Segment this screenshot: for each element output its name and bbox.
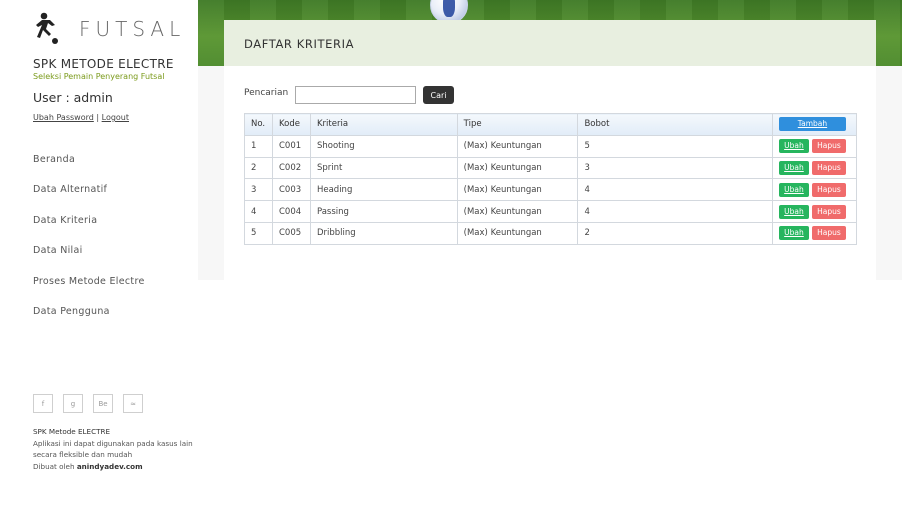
col-header-bobot: Bobot bbox=[577, 113, 773, 136]
edit-button[interactable]: Ubah bbox=[778, 226, 809, 241]
search-input[interactable] bbox=[295, 86, 416, 104]
sidebar-item-proses-electre[interactable]: Proses Metode Electre bbox=[33, 276, 145, 306]
delete-button[interactable]: Hapus bbox=[811, 160, 846, 175]
table-row: 5 C005 Dribbling (Max) Keuntungan 2 Ubah… bbox=[244, 221, 858, 245]
page-title: DAFTAR KRITERIA bbox=[244, 37, 355, 51]
delete-button[interactable]: Hapus bbox=[811, 226, 846, 241]
cell-no: 1 bbox=[244, 134, 273, 158]
delete-button[interactable]: Hapus bbox=[811, 204, 846, 219]
edit-button[interactable]: Ubah bbox=[778, 204, 809, 219]
sidebar-item-data-nilai[interactable]: Data Nilai bbox=[33, 245, 145, 275]
cell-kriteria: Passing bbox=[309, 200, 458, 223]
cell-actions: Ubah Hapus bbox=[771, 200, 858, 223]
footer-credit: Dibuat oleh anindyadev.com bbox=[33, 461, 198, 473]
search-button[interactable]: Cari bbox=[423, 86, 454, 104]
app-subtitle: Seleksi Pemain Penyerang Futsal bbox=[33, 72, 165, 81]
cell-actions: Ubah Hapus bbox=[771, 221, 858, 245]
cell-no: 5 bbox=[244, 221, 273, 245]
cell-kriteria: Dribbling bbox=[309, 221, 458, 245]
sidebar-item-data-pengguna[interactable]: Data Pengguna bbox=[33, 306, 145, 336]
logo: FUTSAL bbox=[33, 12, 185, 46]
cell-tipe: (Max) Keuntungan bbox=[456, 221, 579, 245]
edit-button[interactable]: Ubah bbox=[778, 160, 809, 175]
account-links: Ubah Password | Logout bbox=[33, 113, 129, 122]
table-header-row: No. Kode Kriteria Tipe Bobot Tambah bbox=[244, 113, 858, 136]
cell-no: 2 bbox=[244, 156, 273, 180]
user-label: User : admin bbox=[33, 90, 113, 105]
table-row: 2 C002 Sprint (Max) Keuntungan 3 Ubah Hap… bbox=[244, 156, 858, 180]
cell-kriteria: Sprint bbox=[309, 156, 458, 180]
cell-kode: C002 bbox=[271, 156, 311, 180]
table-row: 3 C003 Heading (Max) Keuntungan 4 Ubah Ha… bbox=[244, 178, 858, 202]
cell-bobot: 4 bbox=[577, 178, 773, 202]
logo-text: FUTSAL bbox=[79, 17, 186, 41]
app-root: FUTSAL SPK METODE ELECTRE Seleksi Pemain… bbox=[0, 0, 902, 507]
delete-button[interactable]: Hapus bbox=[811, 139, 846, 154]
facebook-icon[interactable]: f bbox=[33, 394, 53, 413]
criteria-table: No. Kode Kriteria Tipe Bobot Tambah 1 C0… bbox=[244, 113, 858, 245]
google-plus-icon[interactable]: g bbox=[63, 394, 83, 413]
cell-no: 3 bbox=[244, 178, 273, 202]
cell-no: 4 bbox=[244, 200, 273, 223]
cell-bobot: 4 bbox=[577, 200, 773, 223]
soccer-player-icon bbox=[36, 12, 58, 44]
cell-tipe: (Max) Keuntungan bbox=[456, 178, 579, 202]
col-header-no: No. bbox=[244, 113, 273, 136]
footer-by: Dibuat oleh bbox=[33, 462, 75, 472]
col-header-tipe: Tipe bbox=[456, 113, 579, 136]
cell-tipe: (Max) Keuntungan bbox=[456, 156, 579, 180]
cell-bobot: 3 bbox=[577, 156, 773, 180]
footer-text: Aplikasi ini dapat digunakan pada kasus … bbox=[33, 438, 193, 460]
cell-tipe: (Max) Keuntungan bbox=[456, 200, 579, 223]
cell-kode: C005 bbox=[271, 221, 311, 245]
cell-tipe: (Max) Keuntungan bbox=[456, 134, 579, 158]
table-row: 4 C004 Passing (Max) Keuntungan 4 Ubah Ha… bbox=[244, 200, 858, 223]
sidebar-item-data-alternatif[interactable]: Data Alternatif bbox=[33, 184, 145, 214]
edit-button[interactable]: Ubah bbox=[778, 182, 809, 197]
rss-icon[interactable]: ≈ bbox=[123, 394, 143, 413]
sidebar: FUTSAL SPK METODE ELECTRE Seleksi Pemain… bbox=[0, 0, 198, 507]
cell-kode: C001 bbox=[271, 134, 311, 158]
footer-author: anindyadev.com bbox=[76, 462, 143, 472]
logout-link[interactable]: Logout bbox=[102, 113, 129, 122]
app-title: SPK METODE ELECTRE bbox=[33, 57, 174, 71]
search-label: Pencarian bbox=[244, 88, 289, 98]
sidebar-footer: SPK Metode ELECTRE Aplikasi ini dapat di… bbox=[33, 426, 198, 473]
col-header-actions: Tambah bbox=[771, 113, 858, 136]
content-gutter-right bbox=[876, 66, 902, 280]
social-links: f g Be ≈ bbox=[33, 394, 143, 413]
cell-kriteria: Heading bbox=[309, 178, 458, 202]
panel-header: DAFTAR KRITERIA bbox=[224, 20, 876, 66]
cell-kode: C004 bbox=[271, 200, 311, 223]
footer-title: SPK Metode ELECTRE bbox=[33, 427, 111, 436]
cell-actions: Ubah Hapus bbox=[771, 178, 858, 202]
delete-button[interactable]: Hapus bbox=[811, 182, 846, 197]
col-header-kode: Kode bbox=[271, 113, 311, 136]
cell-actions: Ubah Hapus bbox=[771, 156, 858, 180]
edit-button[interactable]: Ubah bbox=[778, 139, 809, 154]
behance-icon[interactable]: Be bbox=[93, 394, 113, 413]
col-header-kriteria: Kriteria bbox=[309, 113, 458, 136]
content-gutter-left bbox=[198, 66, 224, 280]
add-button[interactable]: Tambah bbox=[778, 117, 846, 132]
cell-actions: Ubah Hapus bbox=[771, 134, 858, 158]
change-password-link[interactable]: Ubah Password bbox=[33, 113, 94, 122]
cell-kriteria: Shooting bbox=[309, 134, 458, 158]
cell-kode: C003 bbox=[271, 178, 311, 202]
table-row: 1 C001 Shooting (Max) Keuntungan 5 Ubah H… bbox=[244, 134, 858, 158]
sidebar-item-beranda[interactable]: Beranda bbox=[33, 154, 145, 184]
cell-bobot: 5 bbox=[577, 134, 773, 158]
sidebar-nav: Beranda Data Alternatif Data Kriteria Da… bbox=[33, 154, 145, 336]
cell-bobot: 2 bbox=[577, 221, 773, 245]
link-separator: | bbox=[96, 113, 100, 122]
sidebar-item-data-kriteria[interactable]: Data Kriteria bbox=[33, 215, 145, 245]
